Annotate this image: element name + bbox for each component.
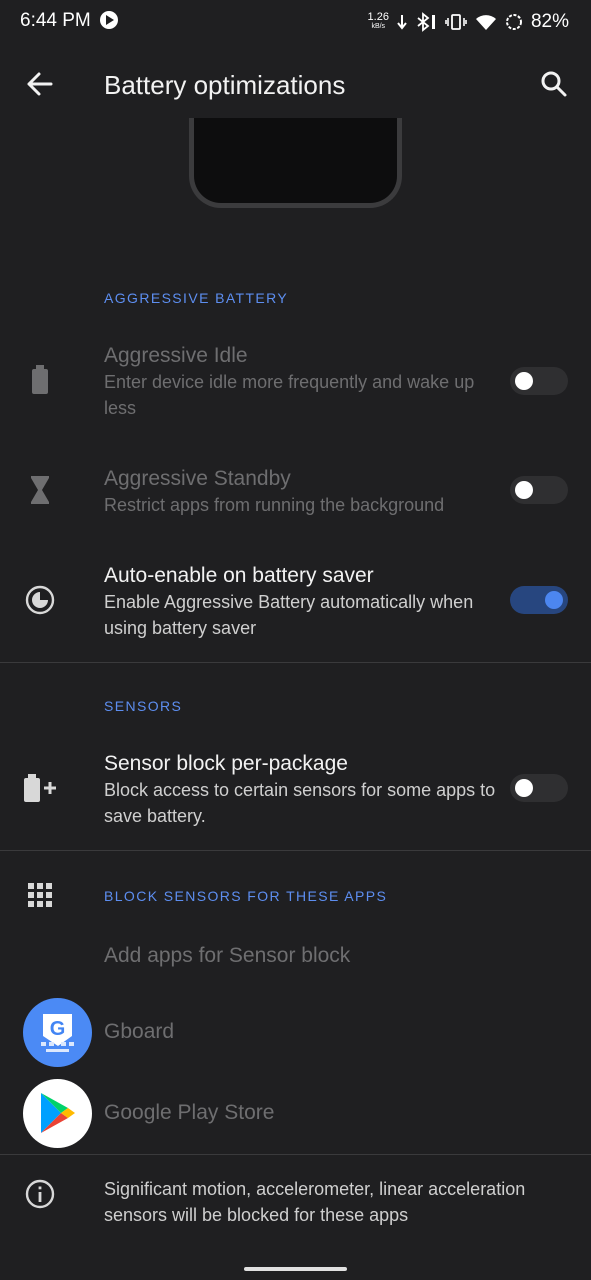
battery-percent: 82% <box>530 11 569 32</box>
battery-status-icon <box>505 14 522 30</box>
bluetooth-icon <box>417 12 435 32</box>
app-row-gboard[interactable]: G Gboard <box>0 996 591 1068</box>
section-divider <box>0 850 591 851</box>
battery-icon <box>22 362 58 398</box>
aggressive-standby-subtitle: Restrict apps from running the backgroun… <box>104 495 445 515</box>
play-store-icon <box>23 1079 92 1148</box>
toggle-thumb <box>545 591 563 609</box>
status-bar: 6:44 PM 1.26 kB/s 82% <box>0 0 591 44</box>
search-icon[interactable] <box>534 64 574 104</box>
sensor-block-subtitle: Block access to certain sensors for some… <box>104 780 496 826</box>
status-time: 6:44 PM <box>20 10 91 31</box>
aggressive-idle-title: Aggressive Idle <box>104 344 248 367</box>
auto-enable-toggle[interactable] <box>510 586 568 614</box>
network-speed-unit: kB/s <box>371 23 386 30</box>
aggressive-standby-title: Aggressive Standby <box>104 467 291 490</box>
app-name-play-store: Google Play Store <box>104 1101 275 1124</box>
sensor-block-title: Sensor block per-package <box>104 752 348 775</box>
section-header-aggressive-battery: AGGRESSIVE BATTERY <box>104 290 289 306</box>
app-bar: Battery optimizations <box>0 44 591 124</box>
network-speed: 1.26 kB/s <box>368 12 389 32</box>
vibrate-icon <box>445 14 467 30</box>
info-text: Significant motion, accelerometer, linea… <box>104 1179 526 1225</box>
download-arrow-icon <box>397 15 407 30</box>
section-divider <box>0 1154 591 1155</box>
auto-enable-row[interactable]: Auto-enable on battery saver Enable Aggr… <box>0 556 591 646</box>
battery-saver-icon <box>22 582 58 618</box>
section-header-block-sensors: BLOCK SENSORS FOR THESE APPS <box>104 888 388 904</box>
battery-plus-icon <box>22 770 58 806</box>
arrow-back-icon[interactable] <box>20 64 60 104</box>
grid-icon <box>22 877 58 913</box>
section-divider <box>0 662 591 663</box>
add-apps-button[interactable]: Add apps for Sensor block <box>104 944 350 968</box>
svg-text:G: G <box>50 1018 66 1040</box>
back-button[interactable] <box>20 64 60 104</box>
sensor-block-toggle[interactable] <box>510 774 568 802</box>
aggressive-idle-subtitle: Enter device idle more frequently and wa… <box>104 372 475 418</box>
section-header-sensors: SENSORS <box>104 698 183 714</box>
wifi-icon <box>475 15 496 30</box>
info-icon <box>22 1176 58 1212</box>
toggle-thumb <box>515 372 533 390</box>
search-button[interactable] <box>534 64 574 104</box>
gesture-nav-handle[interactable] <box>244 1267 347 1271</box>
aggressive-idle-toggle[interactable] <box>510 367 568 395</box>
auto-enable-title: Auto-enable on battery saver <box>104 564 374 587</box>
app-name-gboard: Gboard <box>104 1020 175 1043</box>
app-row-play-store[interactable]: Google Play Store <box>0 1077 591 1149</box>
auto-enable-subtitle: Enable Aggressive Battery automatically … <box>104 592 474 638</box>
aggressive-standby-toggle[interactable] <box>510 476 568 504</box>
page-title: Battery optimizations <box>104 70 346 100</box>
hourglass-icon <box>22 472 58 508</box>
toggle-thumb <box>515 481 533 499</box>
sensor-block-row[interactable]: Sensor block per-package Block access to… <box>0 744 591 834</box>
aggressive-standby-row[interactable]: Aggressive Standby Restrict apps from ru… <box>0 462 591 532</box>
toggle-thumb <box>515 779 533 797</box>
aggressive-idle-row[interactable]: Aggressive Idle Enter device idle more f… <box>0 336 591 436</box>
media-playing-icon <box>100 11 118 29</box>
status-icons: 1.26 kB/s 82% <box>368 10 569 34</box>
phone-illustration <box>189 118 402 208</box>
gboard-icon: G <box>23 998 92 1067</box>
